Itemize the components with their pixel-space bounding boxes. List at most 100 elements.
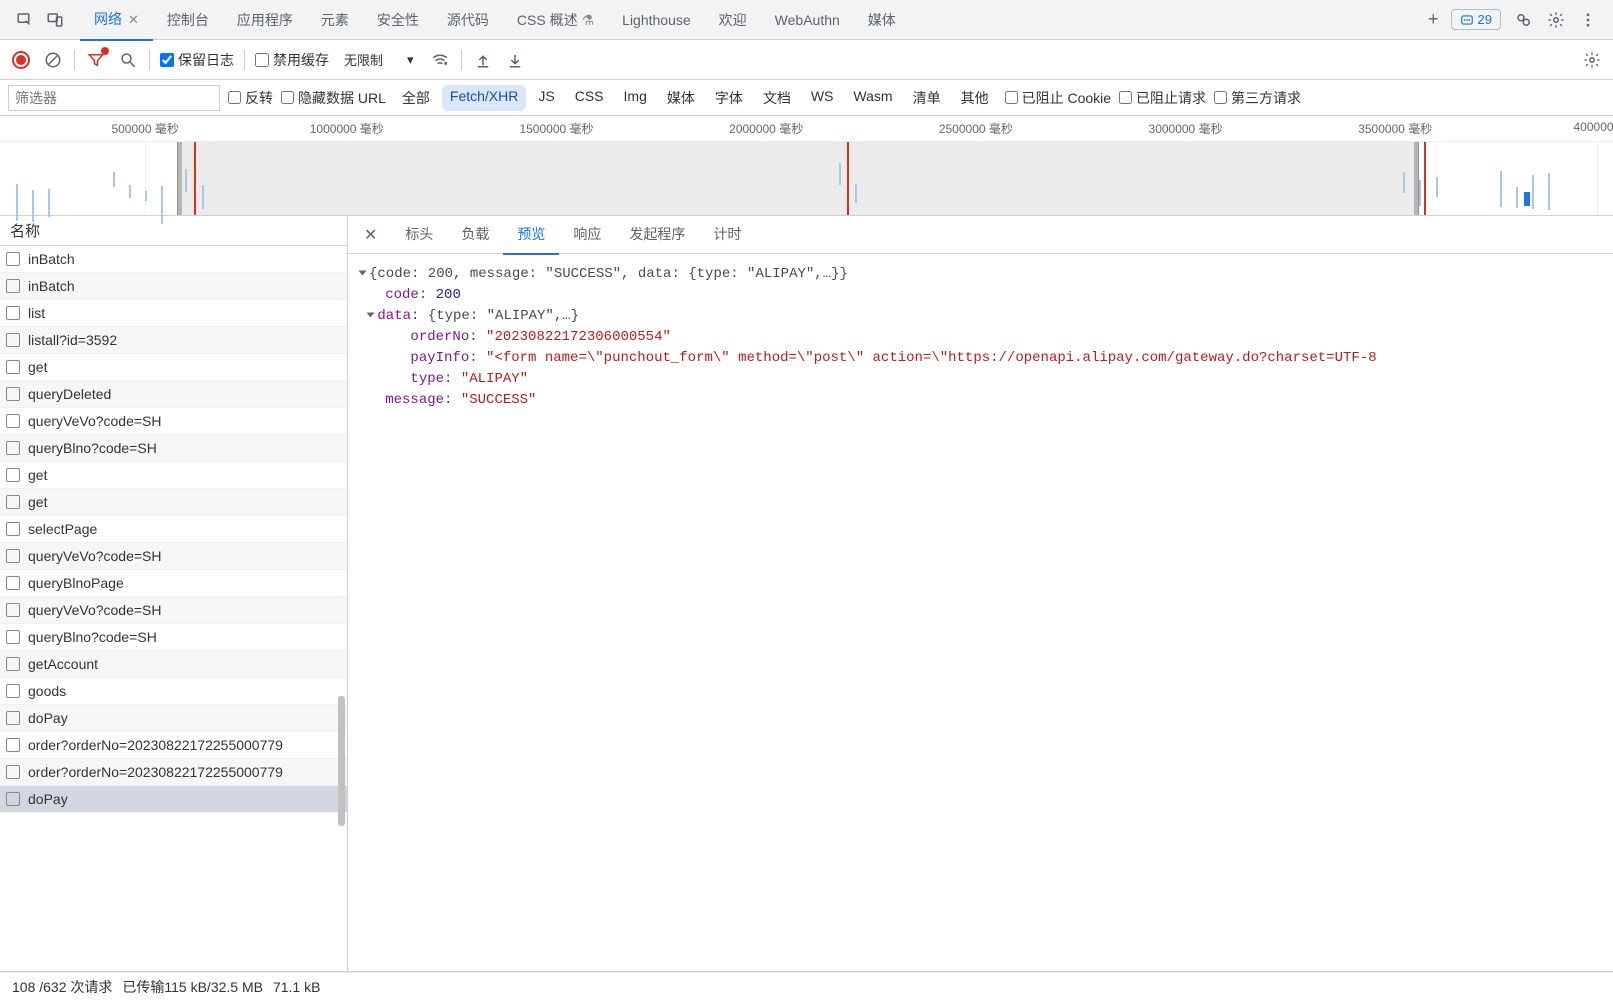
request-row[interactable]: doPay — [0, 705, 347, 732]
request-row[interactable]: get — [0, 489, 347, 516]
timeline-tick: 4000000 — [1574, 120, 1613, 134]
preview-body[interactable]: {code: 200, message: "SUCCESS", data: {t… — [348, 254, 1613, 971]
request-name: queryBlnoPage — [28, 575, 124, 591]
request-row[interactable]: get — [0, 354, 347, 381]
request-row[interactable]: queryBlnoPage — [0, 570, 347, 597]
type-filter[interactable]: JS — [530, 85, 562, 111]
devtools-tab[interactable]: 欢迎 — [705, 0, 761, 40]
type-filter[interactable]: WS — [803, 85, 842, 111]
filter-toggle-icon[interactable] — [85, 49, 107, 71]
detail-tab[interactable]: 计时 — [699, 215, 755, 255]
device-toolbar-icon[interactable] — [46, 11, 64, 29]
timeline-tick: 1500000 毫秒 — [519, 120, 593, 137]
request-row[interactable]: goods — [0, 678, 347, 705]
request-row[interactable]: inBatch — [0, 246, 347, 273]
hide-data-urls-checkbox[interactable]: 隐藏数据 URL — [281, 88, 386, 108]
devtools-tab[interactable]: 媒体 — [854, 0, 910, 40]
devtools-tab[interactable]: WebAuthn — [761, 2, 854, 38]
detail-tab[interactable]: 发起程序 — [615, 215, 699, 255]
detail-tab[interactable]: 预览 — [503, 215, 559, 255]
close-tab-icon[interactable]: ✕ — [128, 12, 139, 27]
request-list-header[interactable]: 名称 — [0, 216, 347, 246]
import-har-icon[interactable] — [504, 49, 526, 71]
type-filter[interactable]: Img — [616, 85, 655, 111]
throttling-select[interactable]: 无限制 ▾ — [339, 47, 419, 72]
tree-toggle-icon[interactable] — [359, 271, 367, 276]
request-row[interactable]: queryVeVo?code=SH — [0, 543, 347, 570]
type-filter[interactable]: 全部 — [394, 85, 438, 111]
timeline-overview[interactable]: 500000 毫秒1000000 毫秒1500000 毫秒2000000 毫秒2… — [0, 116, 1613, 216]
devtools-tab[interactable]: CSS 概述⚗ — [503, 0, 608, 40]
devtools-tab[interactable]: 应用程序 — [223, 0, 307, 40]
network-settings-gear-icon[interactable] — [1581, 49, 1603, 71]
export-har-icon[interactable] — [472, 49, 494, 71]
document-icon — [6, 360, 20, 374]
layers-icon[interactable] — [1515, 11, 1533, 29]
tree-toggle-icon[interactable] — [367, 313, 375, 318]
request-row[interactable]: list — [0, 300, 347, 327]
clear-button[interactable] — [42, 49, 64, 71]
request-row[interactable]: get — [0, 462, 347, 489]
filter-bar: 反转 隐藏数据 URL 全部Fetch/XHRJSCSSImg媒体字体文档WSW… — [0, 80, 1613, 116]
request-row[interactable]: order?orderNo=20230822172255000779 — [0, 759, 347, 786]
timeline-tick: 2500000 毫秒 — [939, 120, 1013, 137]
blocked-requests-checkbox[interactable]: 已阻止请求 — [1119, 88, 1206, 108]
request-row[interactable]: listall?id=3592 — [0, 327, 347, 354]
request-row[interactable]: queryVeVo?code=SH — [0, 408, 347, 435]
document-icon — [6, 630, 20, 644]
new-tab-button[interactable]: + — [1416, 5, 1451, 34]
third-party-checkbox[interactable]: 第三方请求 — [1214, 88, 1301, 108]
type-filter[interactable]: Wasm — [845, 85, 900, 111]
request-row[interactable]: getAccount — [0, 651, 347, 678]
preserve-log-checkbox[interactable]: 保留日志 — [160, 50, 234, 70]
type-filter[interactable]: CSS — [567, 85, 612, 111]
document-icon — [6, 252, 20, 266]
type-filter[interactable]: 媒体 — [659, 85, 703, 111]
invert-checkbox[interactable]: 反转 — [228, 88, 273, 108]
request-row[interactable]: inBatch — [0, 273, 347, 300]
request-row[interactable]: queryBlno?code=SH — [0, 435, 347, 462]
document-icon — [6, 738, 20, 752]
document-icon — [6, 441, 20, 455]
request-name: queryDeleted — [28, 386, 111, 402]
close-detail-icon[interactable]: ✕ — [356, 221, 385, 249]
type-filter[interactable]: 文档 — [755, 85, 799, 111]
document-icon — [6, 657, 20, 671]
type-filter[interactable]: 其他 — [953, 85, 997, 111]
blocked-cookies-checkbox[interactable]: 已阻止 Cookie — [1005, 88, 1111, 108]
filter-input[interactable] — [8, 85, 220, 111]
scrollbar-thumb[interactable] — [338, 696, 345, 826]
request-row[interactable]: order?orderNo=20230822172255000779 — [0, 732, 347, 759]
issues-badge[interactable]: 29 — [1451, 9, 1501, 30]
inspect-element-icon[interactable] — [16, 11, 34, 29]
request-row[interactable]: doPay — [0, 786, 347, 813]
document-icon — [6, 576, 20, 590]
request-row[interactable]: selectPage — [0, 516, 347, 543]
request-row[interactable]: queryBlno?code=SH — [0, 624, 347, 651]
disable-cache-checkbox[interactable]: 禁用缓存 — [255, 50, 329, 70]
more-menu-icon[interactable] — [1579, 11, 1597, 29]
network-conditions-icon[interactable] — [429, 49, 451, 71]
devtools-tab[interactable]: 控制台 — [153, 0, 223, 40]
status-transferred: 已传输115 kB/32.5 MB — [122, 977, 263, 997]
type-filter[interactable]: 字体 — [707, 85, 751, 111]
devtools-tab[interactable]: 元素 — [307, 0, 363, 40]
type-filter[interactable]: Fetch/XHR — [442, 85, 526, 111]
detail-tab[interactable]: 响应 — [559, 215, 615, 255]
detail-tab[interactable]: 负载 — [447, 215, 503, 255]
request-row[interactable]: queryDeleted — [0, 381, 347, 408]
timeline-tick: 1000000 毫秒 — [310, 120, 384, 137]
devtools-tab[interactable]: 安全性 — [363, 0, 433, 40]
search-icon[interactable] — [117, 49, 139, 71]
request-row[interactable]: queryVeVo?code=SH — [0, 597, 347, 624]
type-filter[interactable]: 清单 — [905, 85, 949, 111]
request-name: queryVeVo?code=SH — [28, 602, 162, 618]
devtools-tab[interactable]: 源代码 — [433, 0, 503, 40]
request-name: get — [28, 467, 47, 483]
document-icon — [6, 306, 20, 320]
detail-tab[interactable]: 标头 — [391, 215, 447, 255]
settings-gear-icon[interactable] — [1547, 11, 1565, 29]
record-button[interactable] — [10, 49, 32, 71]
devtools-tab[interactable]: Lighthouse — [608, 2, 705, 38]
devtools-tab[interactable]: 网络✕ — [80, 0, 153, 41]
